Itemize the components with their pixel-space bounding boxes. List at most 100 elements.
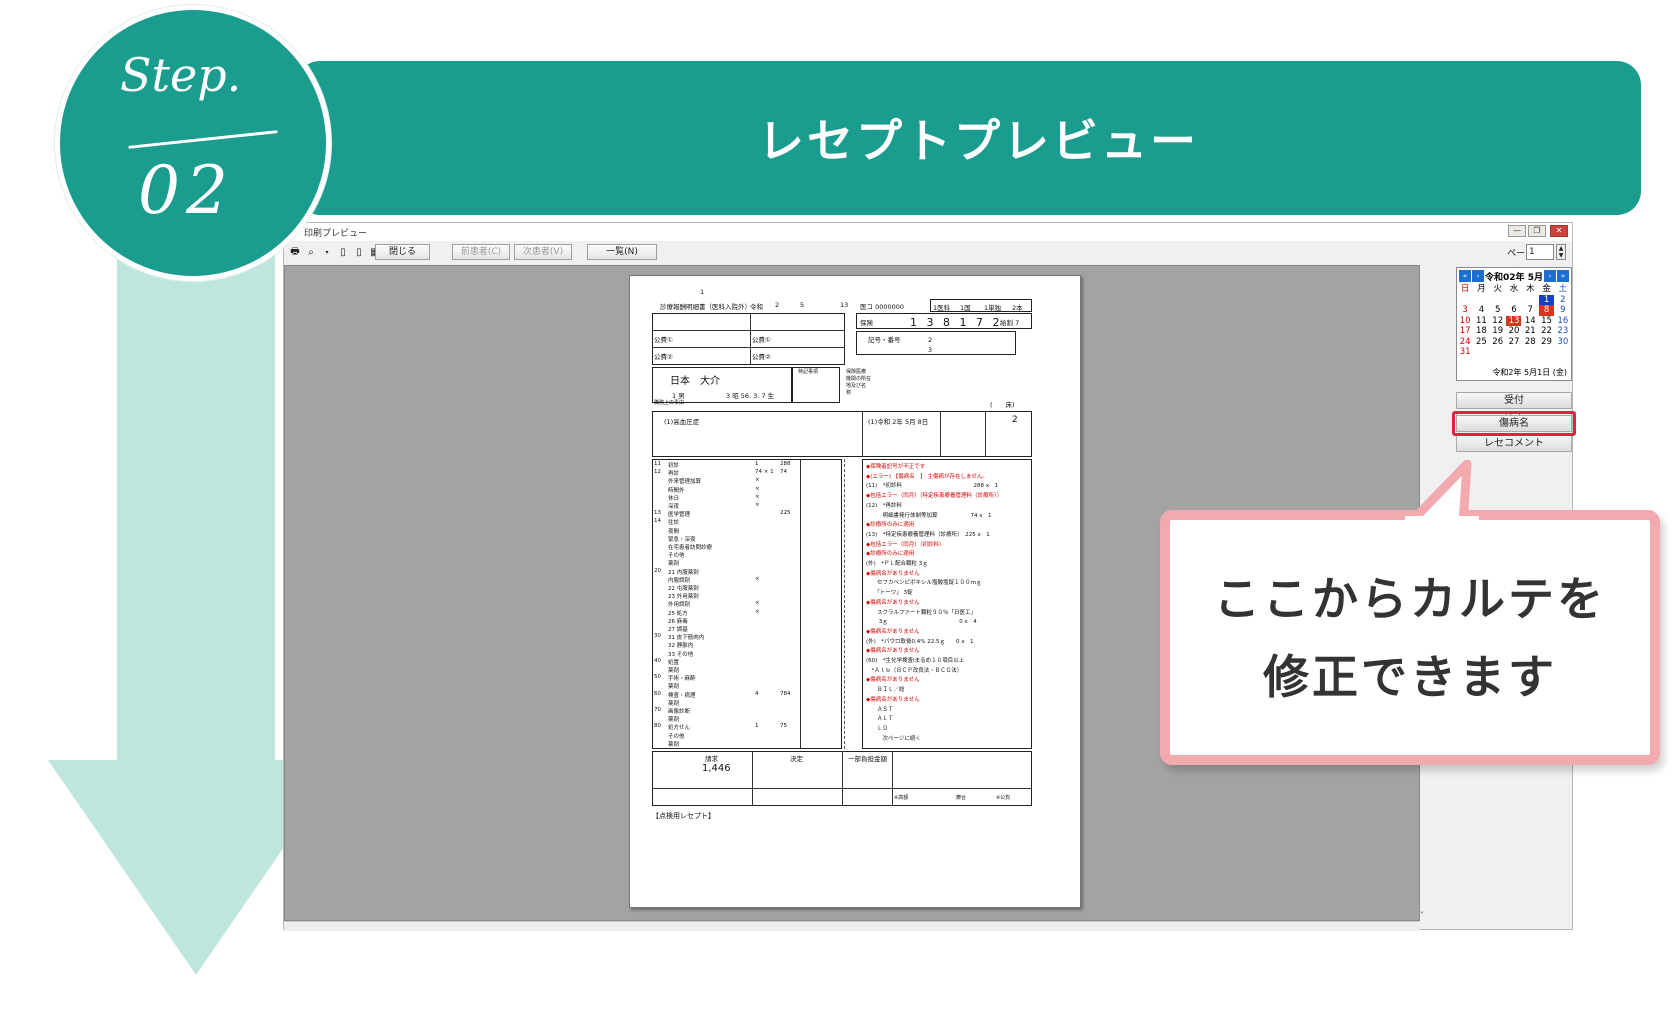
calendar-day[interactable]: 13 bbox=[1506, 315, 1522, 326]
calendar-day[interactable]: 10 bbox=[1458, 316, 1473, 327]
dropdown-icon[interactable]: ▾ bbox=[320, 245, 334, 259]
row-name: 休日 bbox=[668, 495, 680, 502]
close-button[interactable]: 閉じる bbox=[375, 244, 430, 260]
note-line: 明細書発行体制等加算 74 x 1 bbox=[866, 512, 992, 519]
category-3: 1単独 bbox=[984, 304, 1002, 312]
calendar-day[interactable]: 25 bbox=[1474, 337, 1489, 348]
calendar-day[interactable]: 20 bbox=[1506, 326, 1521, 337]
page-number: 1 bbox=[700, 288, 705, 296]
row-code: 13 bbox=[654, 510, 661, 517]
row-points: 75 bbox=[780, 723, 787, 730]
calendar-day bbox=[1506, 295, 1521, 306]
calendar-day bbox=[1490, 295, 1505, 306]
row-code: 11 bbox=[654, 461, 661, 467]
prev-year-icon[interactable]: « bbox=[1459, 270, 1471, 282]
rule bbox=[652, 330, 845, 331]
calendar-day bbox=[1458, 295, 1473, 306]
calendar-day[interactable]: 12 bbox=[1490, 316, 1505, 327]
row-name: 深夜 bbox=[668, 504, 680, 510]
weekday-label: 火 bbox=[1493, 284, 1502, 294]
calendar-day[interactable]: 24 bbox=[1458, 337, 1473, 348]
next-year-icon[interactable]: » bbox=[1556, 270, 1569, 282]
printer-icon[interactable]: 🖶 bbox=[288, 245, 302, 259]
calendar-day bbox=[1490, 347, 1505, 358]
calendar-day[interactable]: 19 bbox=[1490, 326, 1505, 337]
calendar-day[interactable]: 15 bbox=[1539, 316, 1554, 327]
insurer-label: 保険 bbox=[860, 319, 873, 327]
step-number: 02 bbox=[138, 152, 234, 229]
calendar-day[interactable]: 23 bbox=[1555, 326, 1570, 337]
calendar-day[interactable]: 22 bbox=[1539, 326, 1554, 337]
kohi-1-label-b: 公費① bbox=[752, 336, 771, 344]
note-line: ◆傷病名がありません bbox=[866, 696, 920, 703]
calendar-day[interactable]: 27 bbox=[1506, 337, 1521, 348]
calendar-day[interactable]: 9 bbox=[1555, 305, 1570, 316]
row-code: 14 bbox=[654, 518, 661, 525]
calendar-day[interactable]: 21 bbox=[1523, 326, 1538, 337]
close-icon[interactable]: ✕ bbox=[1550, 225, 1568, 237]
window-titlebar: 印刷プレビュー — ❐ ✕ bbox=[284, 223, 1572, 241]
footer-label-3: ※公負 bbox=[996, 795, 1011, 801]
callout-tail bbox=[1405, 460, 1479, 526]
calendar-day[interactable]: 30 bbox=[1555, 337, 1570, 348]
calendar-day[interactable]: 1 bbox=[1539, 294, 1555, 305]
calendar-day[interactable]: 29 bbox=[1539, 337, 1554, 348]
calendar-day[interactable]: 2 bbox=[1555, 295, 1570, 306]
special-notes-label: 特記事項 bbox=[798, 369, 819, 375]
calendar-day bbox=[1506, 347, 1521, 358]
calendar-day[interactable]: 6 bbox=[1506, 305, 1521, 316]
horizontal-scrollbar[interactable] bbox=[284, 921, 1420, 931]
receipt-comment-button[interactable]: レセコメント bbox=[1456, 435, 1572, 452]
facility-label-4: 称 bbox=[846, 390, 852, 396]
row-points: 74 bbox=[780, 469, 787, 476]
row-name: 夜間 bbox=[668, 528, 680, 535]
facility-label-2: 機関の所在 bbox=[846, 376, 872, 382]
calendar-day[interactable]: 16 bbox=[1555, 316, 1570, 327]
prev-patient-button[interactable]: 前患者(C) bbox=[452, 244, 510, 260]
symbol-value-1: 2 bbox=[928, 336, 933, 344]
calendar-day[interactable]: 3 bbox=[1458, 305, 1473, 316]
calendar-day[interactable]: 18 bbox=[1474, 326, 1489, 337]
page-spinner[interactable]: ▲ ▼ bbox=[1556, 244, 1566, 260]
row-name: 緊急・深夜 bbox=[668, 536, 696, 543]
calendar-day[interactable]: 11 bbox=[1474, 316, 1489, 327]
row-name: 内服調剤 bbox=[668, 577, 691, 584]
row-name: 薬剤 bbox=[668, 561, 680, 568]
calendar-day[interactable]: 31 bbox=[1458, 347, 1473, 358]
calendar-day[interactable]: 5 bbox=[1490, 305, 1505, 316]
calendar-day[interactable]: 7 bbox=[1523, 305, 1538, 316]
window-title: 印刷プレビュー bbox=[304, 228, 368, 239]
calendar-weekdays: 日月火水木金土 bbox=[1457, 284, 1571, 295]
minimize-icon[interactable]: — bbox=[1508, 225, 1526, 237]
two-page-icon[interactable]: ▯ bbox=[352, 245, 366, 259]
weekday-label: 月 bbox=[1477, 284, 1486, 294]
prev-month-icon[interactable]: ‹ bbox=[1472, 270, 1484, 282]
calendar-day[interactable]: 26 bbox=[1490, 337, 1505, 348]
list-button[interactable]: 一覧(N) bbox=[587, 244, 657, 260]
restore-icon[interactable]: ❐ bbox=[1528, 225, 1546, 237]
row-name: 23 外用薬剤 bbox=[668, 594, 699, 601]
calendar-day[interactable]: 8 bbox=[1539, 305, 1555, 316]
row-times: 4 bbox=[755, 690, 759, 697]
scroll-down-icon[interactable]: ˅ bbox=[1420, 911, 1424, 920]
patient-name: 日本 大介 bbox=[670, 376, 720, 387]
page-number-input[interactable]: 1 bbox=[1526, 244, 1554, 260]
calendar-next-nav: ›» bbox=[1543, 270, 1569, 282]
calendar-day[interactable]: 17 bbox=[1458, 326, 1473, 337]
row-code: 12 bbox=[654, 469, 661, 476]
calendar-header: «‹ 令和02年 5月 ›» bbox=[1457, 268, 1571, 284]
next-month-icon[interactable]: › bbox=[1543, 270, 1556, 282]
calendar-day[interactable]: 28 bbox=[1523, 337, 1538, 348]
down-arrow-shaft bbox=[117, 200, 275, 770]
row-code: 40 bbox=[654, 657, 661, 664]
next-patient-button[interactable]: 次患者(V) bbox=[514, 244, 572, 260]
calendar-day[interactable]: 14 bbox=[1523, 316, 1538, 327]
note-line: ◆包括エラー（同月）（初診料） bbox=[866, 541, 945, 548]
diagnosis-box bbox=[652, 411, 1032, 457]
zoom-icon[interactable]: ⌕ bbox=[304, 245, 318, 259]
calendar-day[interactable]: 4 bbox=[1474, 305, 1489, 316]
row-points: 225 bbox=[780, 510, 791, 517]
disease-name-highlight bbox=[1452, 411, 1576, 436]
single-page-icon[interactable]: ▯ bbox=[336, 245, 350, 259]
reception-button[interactable]: 受付 bbox=[1456, 392, 1572, 409]
